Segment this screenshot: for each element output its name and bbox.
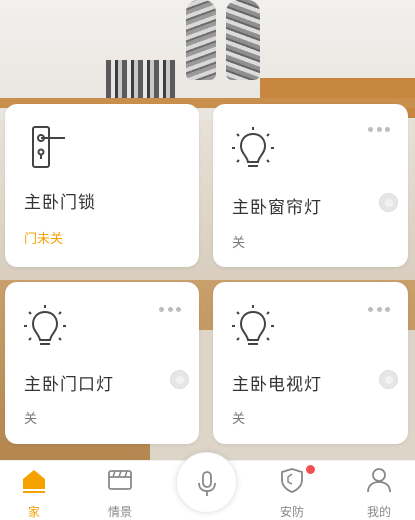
power-toggle[interactable] xyxy=(379,193,398,212)
more-options-icon[interactable] xyxy=(159,306,181,312)
device-card-door-light[interactable]: 主卧门口灯 关 xyxy=(5,282,199,444)
shield-icon xyxy=(279,467,305,493)
user-icon xyxy=(366,467,392,493)
device-card-tv-light[interactable]: 主卧电视灯 关 xyxy=(213,282,408,444)
tab-label: 情景 xyxy=(107,505,132,519)
light-bulb-icon xyxy=(23,304,67,354)
device-status: 关 xyxy=(24,412,38,427)
device-card-curtain-light[interactable]: 主卧窗帘灯 关 xyxy=(213,104,408,267)
tab-label: 家 xyxy=(27,505,40,519)
clapperboard-icon xyxy=(107,467,133,493)
power-toggle[interactable] xyxy=(379,370,398,389)
device-title: 主卧电视灯 xyxy=(232,375,322,395)
tab-mine[interactable]: 我的 xyxy=(349,461,409,520)
device-status: 门未关 xyxy=(24,232,64,247)
device-status: 关 xyxy=(232,412,246,427)
more-options-icon[interactable] xyxy=(368,306,390,312)
device-title: 主卧门锁 xyxy=(24,193,96,213)
device-status: 关 xyxy=(232,236,246,251)
light-bulb-icon xyxy=(231,304,275,354)
device-title: 主卧窗帘灯 xyxy=(232,198,322,218)
voice-button[interactable] xyxy=(176,452,237,513)
microphone-icon xyxy=(198,471,216,496)
tab-home[interactable]: 家 xyxy=(4,461,64,520)
device-card-door-lock[interactable]: 主卧门锁 门未关 xyxy=(5,104,199,267)
more-options-icon[interactable] xyxy=(368,126,390,132)
tab-scene[interactable]: 情景 xyxy=(90,461,150,520)
tab-label: 我的 xyxy=(366,505,391,519)
home-icon xyxy=(21,467,47,493)
door-lock-icon xyxy=(25,124,69,174)
tab-security[interactable]: 安防 xyxy=(262,461,322,520)
device-title: 主卧门口灯 xyxy=(24,375,114,395)
notification-dot xyxy=(306,465,315,474)
power-toggle[interactable] xyxy=(170,370,189,389)
light-bulb-icon xyxy=(231,126,275,176)
tab-label: 安防 xyxy=(279,505,304,519)
